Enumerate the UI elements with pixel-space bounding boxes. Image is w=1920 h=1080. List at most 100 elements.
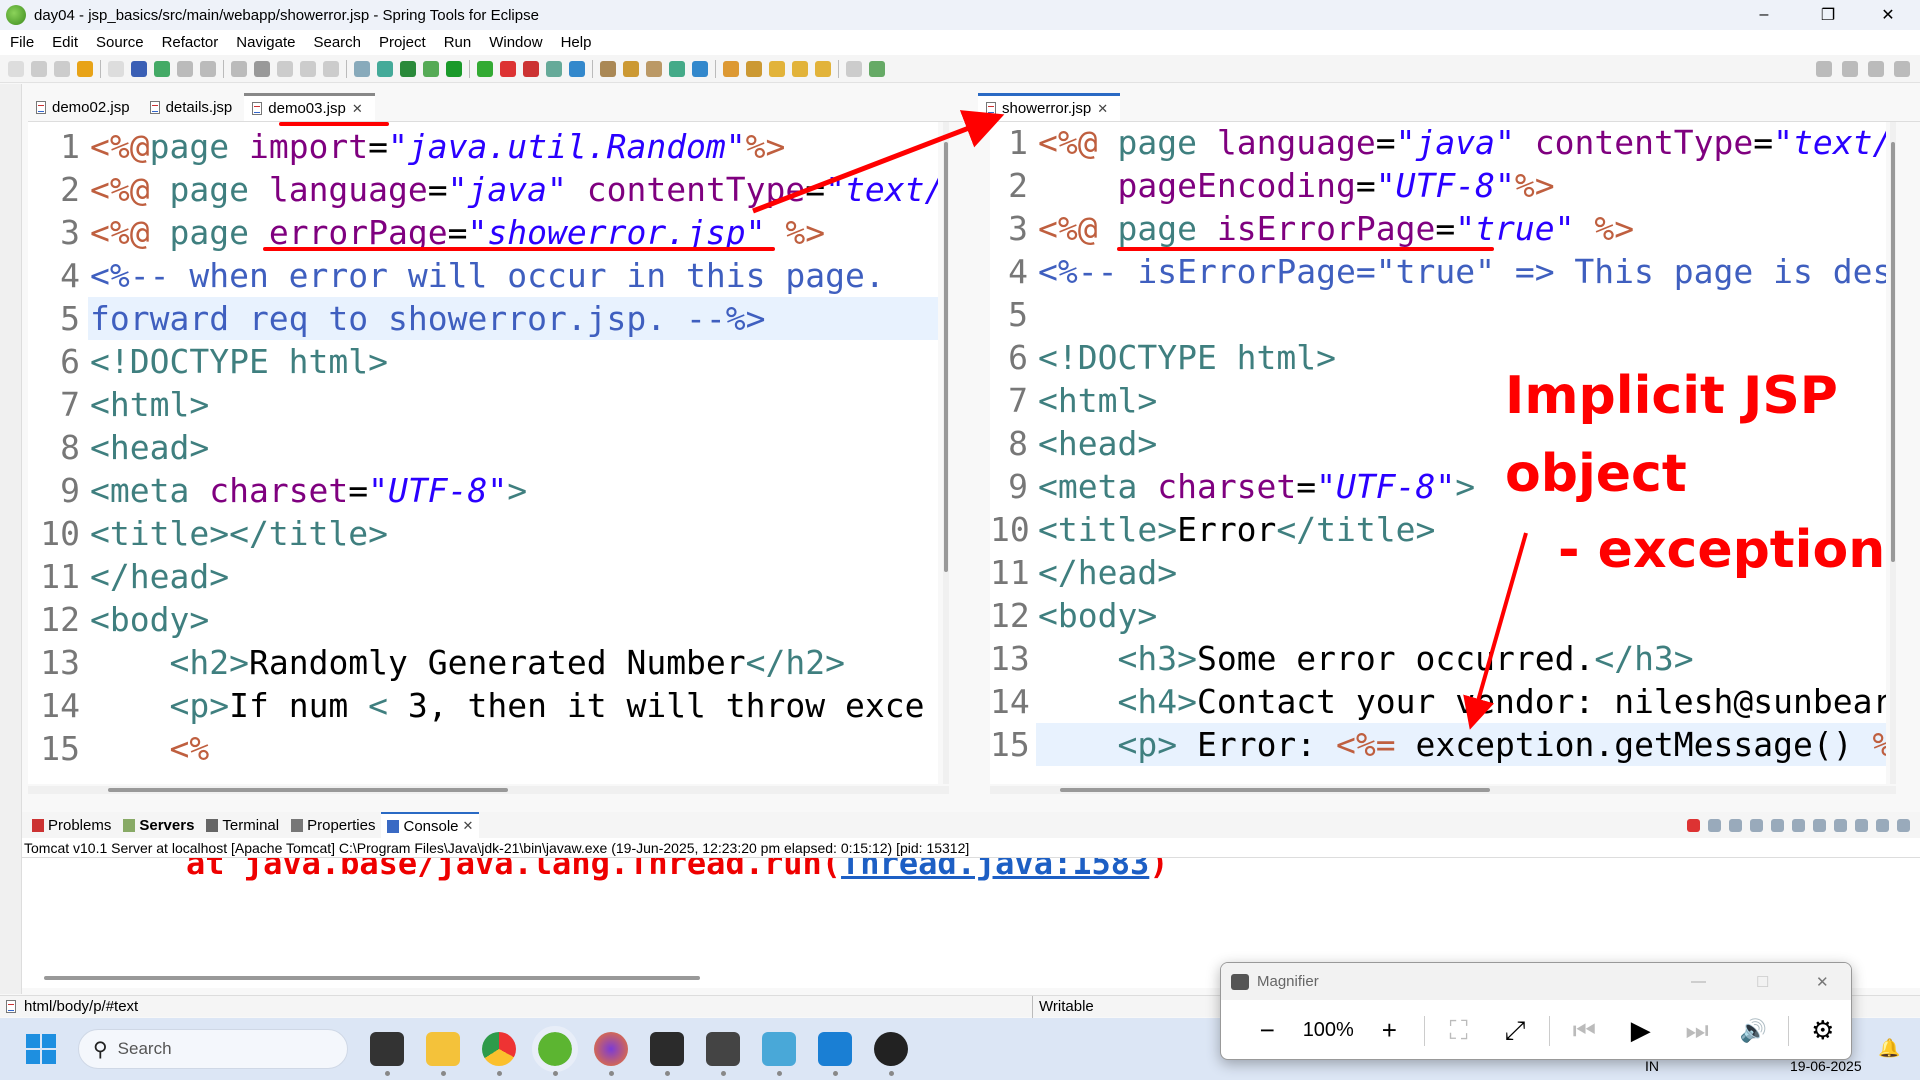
settings-gear-icon[interactable]: ⚙ — [1795, 1015, 1851, 1046]
toolbar-button[interactable] — [846, 60, 862, 77]
code-line[interactable]: 3 <%@ page isErrorPage="true" %> — [990, 207, 1886, 250]
menu-navigate[interactable]: Navigate — [236, 34, 295, 51]
terminal-icon[interactable] — [650, 1032, 684, 1076]
obs-icon[interactable] — [874, 1032, 908, 1076]
editor-tab-demo02-jsp[interactable]: demo02.jsp — [28, 93, 142, 121]
spring-perspective-icon[interactable] — [1894, 60, 1910, 77]
fullscreen-icon[interactable]: ⛶ — [1430, 1015, 1486, 1047]
toolbar-button[interactable] — [400, 60, 416, 77]
clock-date[interactable]: 19-06-2025 — [1790, 1058, 1862, 1074]
toolbar-button[interactable] — [792, 60, 808, 77]
code-line[interactable]: 2 <%@ page language="java" contentType="t… — [28, 168, 938, 211]
code-line[interactable]: 4 <%-- when error will occur in this page… — [28, 254, 938, 297]
menu-project[interactable]: Project — [379, 34, 426, 51]
code-line[interactable]: 13 <h2>Randomly Generated Number</h2> — [28, 641, 938, 684]
panel-tab-problems[interactable]: Problems — [26, 812, 117, 838]
start-button[interactable] — [26, 1034, 56, 1064]
code-line[interactable]: 13 <h3>Some error occurred.</h3> — [990, 637, 1886, 680]
toolbar-button[interactable] — [154, 60, 170, 77]
code-line[interactable]: 4 <%-- isErrorPage="true" => This page is… — [990, 250, 1886, 293]
menu-source[interactable]: Source — [96, 34, 144, 51]
menu-help[interactable]: Help — [561, 34, 592, 51]
toolbar-button[interactable] — [54, 60, 70, 77]
menu-refactor[interactable]: Refactor — [162, 34, 219, 51]
panel-tab-terminal[interactable]: Terminal — [200, 812, 285, 838]
notepad-icon[interactable] — [762, 1032, 796, 1076]
next-icon[interactable]: ⏭ — [1669, 1015, 1725, 1047]
notification-bell-icon[interactable]: 🔔 — [1878, 1038, 1900, 1059]
right-vertical-scrollbar[interactable] — [1890, 122, 1896, 784]
menu-run[interactable]: Run — [444, 34, 472, 51]
magnifier-close[interactable]: ✕ — [1816, 973, 1829, 991]
close-tab-icon[interactable]: ✕ — [352, 101, 363, 117]
previous-icon[interactable]: ⏮ — [1556, 1015, 1612, 1047]
remove-all-icon[interactable] — [1729, 818, 1742, 832]
editor-tab-showerror-jsp[interactable]: showerror.jsp ✕ — [978, 93, 1121, 121]
toolbar-button[interactable] — [477, 60, 493, 77]
word-wrap-icon[interactable] — [1792, 818, 1805, 832]
magnifier-app-icon[interactable] — [706, 1032, 740, 1076]
close-button[interactable]: ✕ — [1860, 0, 1916, 30]
code-line[interactable]: 12 <body> — [990, 594, 1886, 637]
taskbar-search[interactable]: ⚲ Search — [78, 1029, 348, 1069]
vscode-icon[interactable] — [818, 1032, 852, 1076]
code-line[interactable]: 11 </head> — [28, 555, 938, 598]
code-line[interactable]: 14 <p>If num < 3, then it will throw exc… — [28, 684, 938, 727]
chrome-icon[interactable] — [482, 1032, 516, 1076]
zoom-out-button[interactable]: − — [1239, 1015, 1295, 1046]
code-line[interactable]: 10 <title></title> — [28, 512, 938, 555]
code-line[interactable]: 8 <head> — [28, 426, 938, 469]
toolbar-button[interactable] — [77, 60, 93, 77]
maximize-icon[interactable] — [1897, 818, 1910, 832]
java-perspective-icon[interactable] — [1868, 60, 1884, 77]
scroll-lock-icon[interactable] — [1771, 818, 1784, 832]
menu-window[interactable]: Window — [489, 34, 542, 51]
panel-tab-properties[interactable]: Properties — [285, 812, 381, 838]
search-icon[interactable] — [1816, 60, 1832, 77]
toolbar-button[interactable] — [646, 60, 662, 77]
code-line[interactable]: 5 — [990, 293, 1886, 336]
close-console-icon[interactable]: ✕ — [463, 818, 474, 834]
right-code-editor[interactable]: 1 <%@ page language="java" contentType="t… — [990, 122, 1886, 784]
toolbar-button[interactable] — [692, 60, 708, 77]
open-console-icon[interactable] — [1855, 818, 1868, 832]
toolbar-button[interactable] — [815, 60, 831, 77]
code-line[interactable]: 15 <p> Error: <%= exception.getMessage()… — [990, 723, 1886, 766]
toolbar-button[interactable] — [8, 60, 24, 77]
toolbar-button[interactable] — [569, 60, 585, 77]
toolbar-button[interactable] — [769, 60, 785, 77]
terminate-icon[interactable] — [1687, 818, 1700, 832]
toolbar-button[interactable] — [600, 60, 616, 77]
firefox-icon[interactable] — [594, 1032, 628, 1076]
toolbar-button[interactable] — [254, 60, 270, 77]
menu-file[interactable]: File — [10, 34, 34, 51]
toolbar-button[interactable] — [323, 60, 339, 77]
toolbar-button[interactable] — [200, 60, 216, 77]
panel-tab-servers[interactable]: Servers — [117, 812, 200, 838]
code-line[interactable]: 12 <body> — [28, 598, 938, 641]
toolbar-button[interactable] — [377, 60, 393, 77]
toolbar-button[interactable] — [523, 60, 539, 77]
close-tab-icon[interactable]: ✕ — [1097, 101, 1108, 117]
code-line[interactable]: 7 <html> — [28, 383, 938, 426]
panel-tab-console[interactable]: Console ✕ — [381, 812, 480, 838]
left-code-editor[interactable]: 1 <%@page import="java.util.Random"%> 2 <%@… — [28, 122, 938, 784]
spring-tools-icon[interactable] — [532, 1026, 578, 1076]
left-vertical-scrollbar[interactable] — [943, 122, 949, 784]
magnifier-minimize[interactable]: — — [1691, 973, 1706, 990]
toolbar-button[interactable] — [108, 60, 124, 77]
code-line[interactable]: 8 <head> — [990, 422, 1886, 465]
toolbar-button[interactable] — [623, 60, 639, 77]
toolbar-button[interactable] — [300, 60, 316, 77]
toolbar-button[interactable] — [354, 60, 370, 77]
pin-console-icon[interactable] — [1813, 818, 1826, 832]
minimize-button[interactable]: – — [1736, 0, 1792, 30]
toolbar-button[interactable] — [869, 60, 885, 77]
display-console-icon[interactable] — [1834, 818, 1847, 832]
language-indicator[interactable]: IN — [1645, 1058, 1659, 1074]
stack-link[interactable]: Thread.java:1583 — [841, 858, 1149, 882]
editor-tab-details-jsp[interactable]: details.jsp — [142, 93, 245, 121]
editor-tab-demo03-jsp[interactable]: demo03.jsp ✕ — [244, 93, 375, 121]
console-hscroll-thumb[interactable] — [44, 976, 700, 980]
code-line[interactable]: 9 <meta charset="UTF-8"> — [990, 465, 1886, 508]
